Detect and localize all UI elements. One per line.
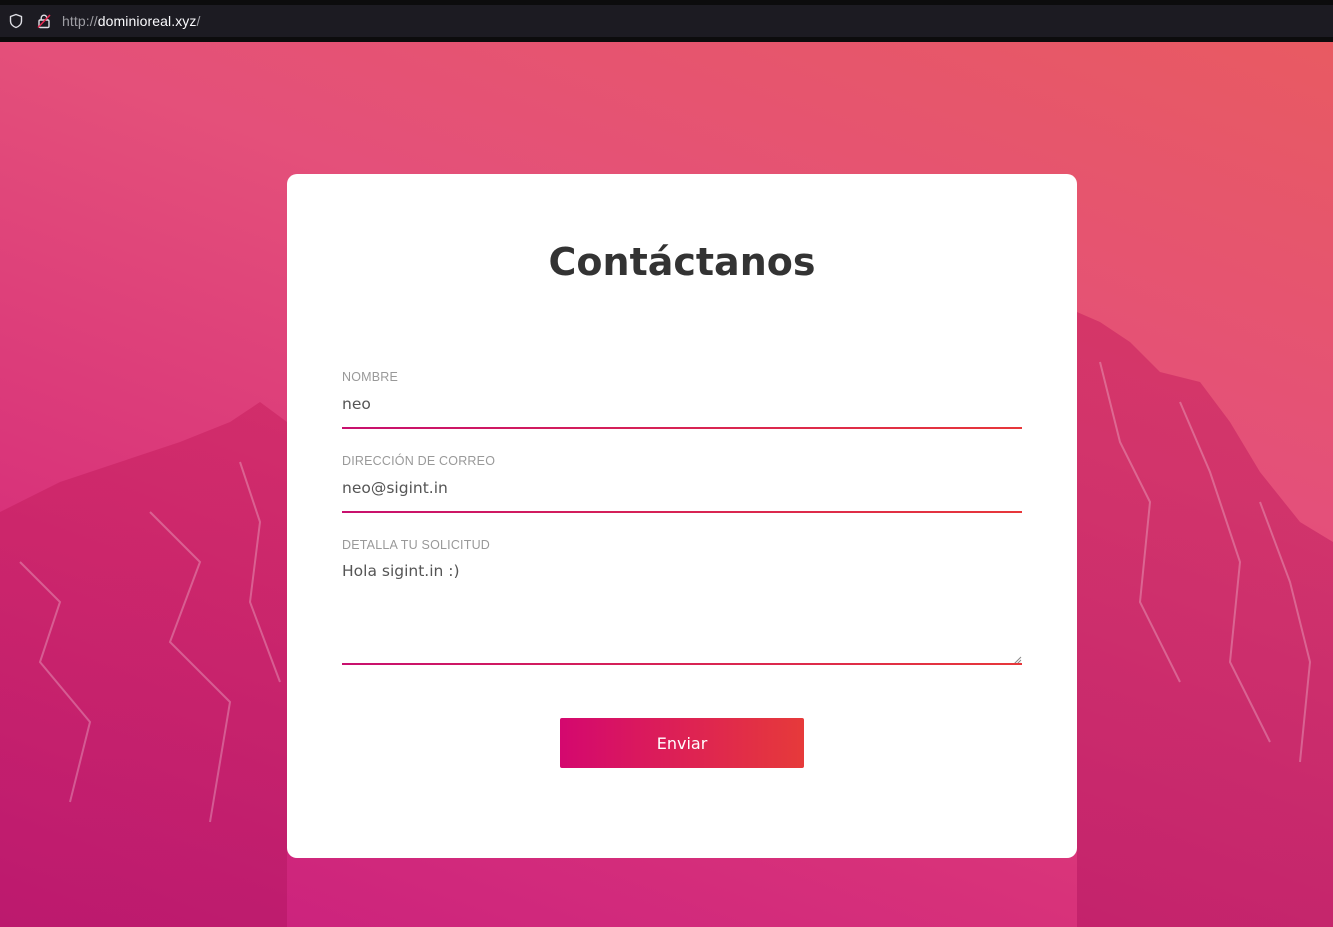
insecure-lock-icon[interactable]	[36, 13, 52, 29]
email-underline	[342, 511, 1022, 513]
page-title: Contáctanos	[548, 240, 816, 284]
browser-window: http://dominioreal.xyz/ Contáctanos NOMB…	[0, 0, 1333, 927]
url-text[interactable]: http://dominioreal.xyz/	[62, 13, 201, 29]
name-underline	[342, 427, 1022, 429]
request-textarea[interactable]: Hola sigint.in :)	[342, 562, 1022, 652]
url-scheme: http://	[62, 13, 98, 29]
url-host: dominioreal.xyz	[97, 13, 197, 29]
submit-button[interactable]: Enviar	[560, 718, 804, 768]
request-field: DETALLA TU SOLICITUD Hola sigint.in :)	[342, 538, 1022, 668]
email-field: DIRECCIÓN DE CORREO	[342, 454, 1022, 513]
address-bar[interactable]: http://dominioreal.xyz/	[0, 5, 1333, 37]
browser-toolbar: http://dominioreal.xyz/	[0, 0, 1333, 42]
resize-grip-icon[interactable]	[1012, 652, 1022, 665]
name-label: NOMBRE	[342, 370, 399, 384]
name-input[interactable]	[342, 395, 1022, 413]
url-path: /	[196, 13, 201, 29]
request-label: DETALLA TU SOLICITUD	[342, 538, 491, 552]
name-field: NOMBRE	[342, 370, 1022, 429]
contact-form-card: Contáctanos NOMBRE DIRECCIÓN DE CORREO D…	[287, 174, 1077, 858]
email-input[interactable]	[342, 479, 1022, 497]
email-label: DIRECCIÓN DE CORREO	[342, 454, 496, 468]
shield-icon[interactable]	[8, 13, 24, 29]
request-underline	[342, 663, 1022, 665]
